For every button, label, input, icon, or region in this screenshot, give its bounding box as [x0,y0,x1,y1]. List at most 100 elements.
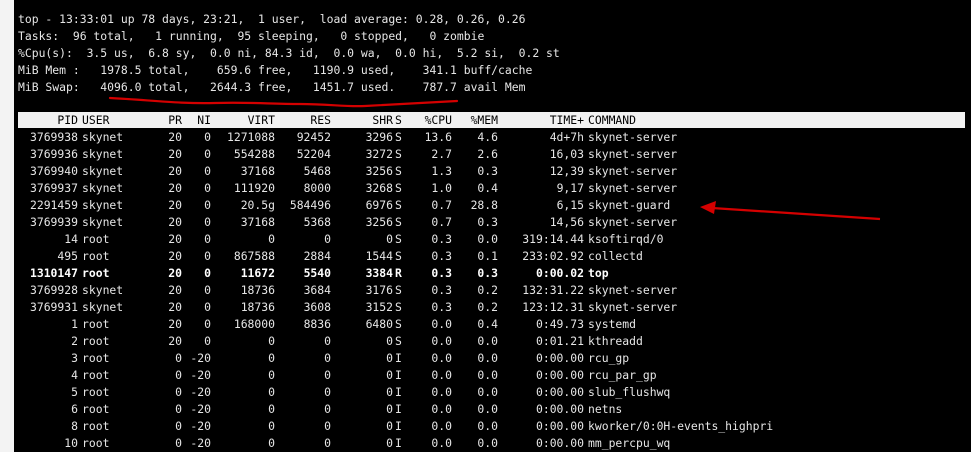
process-virt-cell: 0 [268,385,275,399]
process-row: 3769928 skynet 20 0 18736 3684 3176 S 0.3 0.2 132:… [18,282,965,299]
process-virt-cell: 0 [268,232,275,246]
process-user-cell: root [82,351,110,365]
process-pr-cell: 20 [168,334,182,348]
process-time-cell: 0:00.00 [535,419,584,433]
process-res-cell: 0 [324,385,331,399]
process-shr-cell: 3272 [365,147,393,161]
process-ni-cell: -20 [190,368,211,382]
process-command-cell: skynet-server [588,300,678,314]
process-user-cell: root [82,368,110,382]
process-virt-cell: 1271088 [226,130,275,144]
process-virt-cell: 111920 [233,181,275,195]
process-shr-cell: 0 [386,368,393,382]
process-ni-cell: 0 [204,300,211,314]
process-res-cell: 8836 [303,317,331,331]
process-shr-cell: 3176 [365,283,393,297]
process-row: 3769940 skynet 20 0 37168 5468 3256 S 1.3 0.3 12,3… [18,163,965,180]
column-header-user: USER [82,113,110,127]
process-shr-cell: 0 [386,419,393,433]
process-res-cell: 5368 [303,215,331,229]
summary-cpu-line: %Cpu(s): 3.5 us, 6.8 sy, 0.0 ni, 84.3 id… [18,46,560,60]
process-command-cell: kworker/0:0H-events_highpri [588,419,774,433]
process-res-cell: 8000 [303,181,331,195]
process-cpu-cell: 0.3 [431,283,452,297]
terminal-window[interactable]: top - 13:33:01 up 78 days, 23:21, 1 user… [14,0,971,452]
process-pr-cell: 20 [168,283,182,297]
process-virt-cell: 168000 [233,317,275,331]
process-row: 3769936 skynet 20 0 554288 52204 3272 S 2.7 2.6 16… [18,146,965,163]
process-pid-cell: 4 [71,368,78,382]
process-row: 2 root 20 0 0 0 0 S 0.0 0.0 0:01.21 kthreadd [18,333,965,350]
process-virt-cell: 11672 [240,266,275,280]
process-row: 8 root 0 -20 0 0 0 I 0.0 0.0 0:00.00 kworker/0:0H-e… [18,418,965,435]
process-shr-cell: 0 [386,402,393,416]
process-cpu-cell: 0.3 [431,232,452,246]
process-command-cell: skynet-server [588,283,678,297]
process-s-cell: S [395,232,402,246]
column-header-mem: %MEM [470,113,498,127]
process-res-cell: 5540 [303,266,331,280]
process-pr-cell: 20 [168,181,182,195]
process-command-cell: skynet-server [588,130,678,144]
process-s-cell: S [395,181,402,195]
column-header-shr: SHR [372,113,393,127]
process-s-cell: S [395,130,402,144]
process-time-cell: 0:00.00 [535,385,584,399]
process-time-cell: 132:31.22 [522,283,584,297]
screenshot-frame: top - 13:33:01 up 78 days, 23:21, 1 user… [0,0,971,452]
process-row: 3769938 skynet 20 0 1271088 92452 3296 S 13.6 4.6… [18,129,965,146]
process-virt-cell: 554288 [233,147,275,161]
process-pid-cell: 5 [71,385,78,399]
process-virt-cell: 0 [268,351,275,365]
process-pid-cell: 2291459 [29,198,78,212]
summary-mem-line: MiB Mem : 1978.5 total, 659.6 free, 1190… [18,63,533,77]
process-ni-cell: -20 [190,436,211,450]
process-res-cell: 0 [324,436,331,450]
process-pid-cell: 495 [57,249,78,263]
process-pid-cell: 1 [71,317,78,331]
process-mem-cell: 0.3 [477,266,498,280]
process-pr-cell: 20 [168,232,182,246]
process-s-cell: S [395,283,402,297]
process-user-cell: root [82,266,110,280]
process-cpu-cell: 0.0 [431,436,452,450]
process-time-cell: 0:00.00 [535,436,584,450]
summary-tasks-line: Tasks: 96 total, 1 running, 95 sleeping,… [18,29,485,43]
process-ni-cell: 0 [204,181,211,195]
process-cpu-cell: 1.3 [431,164,452,178]
process-command-cell: systemd [588,317,637,331]
process-pid-cell: 10 [64,436,78,450]
process-shr-cell: 3296 [365,130,393,144]
process-ni-cell: 0 [204,283,211,297]
process-shr-cell: 3152 [365,300,393,314]
process-row: 3769931 skynet 20 0 18736 3608 3152 S 0.3 0.2 123:… [18,299,965,316]
process-mem-cell: 0.0 [477,419,498,433]
process-res-cell: 0 [324,402,331,416]
process-command-cell: kthreadd [588,334,643,348]
process-pr-cell: 20 [168,164,182,178]
process-pid-cell: 3 [71,351,78,365]
process-res-cell: 0 [324,232,331,246]
process-mem-cell: 0.0 [477,436,498,450]
process-virt-cell: 18736 [240,283,275,297]
process-res-cell: 0 [324,368,331,382]
process-shr-cell: 0 [386,385,393,399]
process-mem-cell: 0.4 [477,317,498,331]
process-virt-cell: 20.5g [240,198,275,212]
column-header-command: COMMAND [588,113,637,127]
process-s-cell: S [395,215,402,229]
process-time-cell: 14,56 [549,215,584,229]
process-s-cell: S [395,249,402,263]
process-pid-cell: 1310147 [29,266,78,280]
process-user-cell: root [82,436,110,450]
process-virt-cell: 0 [268,368,275,382]
process-cpu-cell: 2.7 [431,147,452,161]
process-cpu-cell: 0.3 [431,266,452,280]
process-user-cell: skynet [82,130,124,144]
process-time-cell: 0:00.00 [535,368,584,382]
process-shr-cell: 0 [386,334,393,348]
process-s-cell: S [395,334,402,348]
process-command-cell: skynet-guard [588,198,671,212]
process-cpu-cell: 0.3 [431,249,452,263]
process-command-cell: skynet-server [588,164,678,178]
